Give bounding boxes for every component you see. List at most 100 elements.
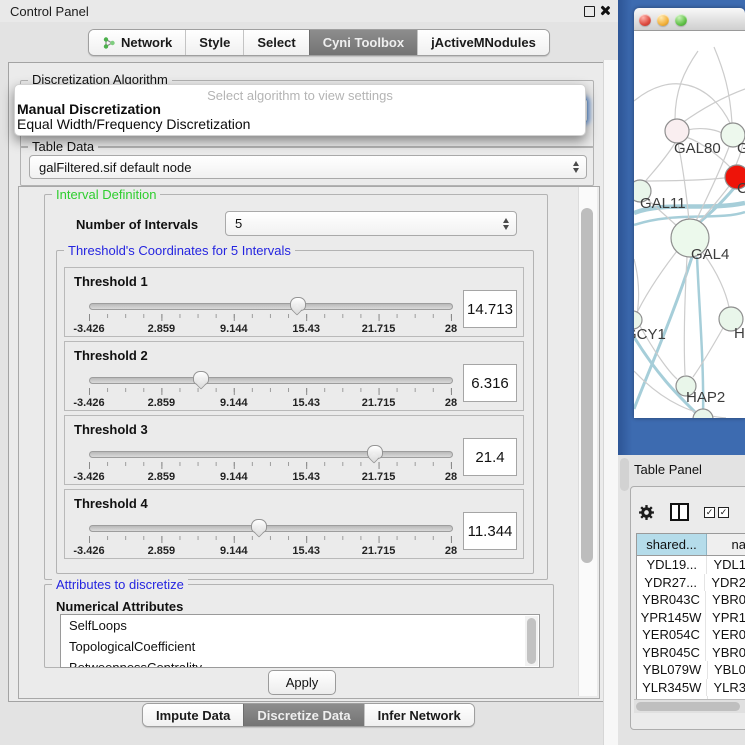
table-header-name[interactable]: na bbox=[707, 534, 745, 555]
numerical-attributes-list: SelfLoopsTopologicalCoefficientBetweenne… bbox=[60, 614, 540, 668]
slider-thumb[interactable] bbox=[367, 445, 383, 459]
table-row[interactable]: YDR27... YDR2 bbox=[637, 574, 745, 592]
table-cell[interactable]: YDR2 bbox=[705, 574, 745, 592]
table-cell[interactable]: YLR3 bbox=[707, 679, 745, 697]
settings-scrollbar-thumb[interactable] bbox=[581, 208, 593, 563]
table-cell[interactable]: YBL079W bbox=[637, 661, 708, 679]
panel-divider-scrollbar[interactable] bbox=[603, 60, 619, 745]
network-view-canvas[interactable]: GAL80GCGAL11GAL4GCY1HHAP2 bbox=[634, 31, 745, 418]
attribute-list-item[interactable]: BetweennessCentrality bbox=[61, 657, 539, 668]
table-cell[interactable]: YER054C bbox=[637, 626, 706, 644]
table-cell[interactable]: YBR045C bbox=[637, 644, 706, 662]
table-cell[interactable]: YBR0 bbox=[706, 644, 745, 662]
slider-major-ticks bbox=[89, 388, 452, 395]
table-hscrollbar-thumb[interactable] bbox=[636, 702, 740, 711]
slider-track[interactable] bbox=[89, 377, 453, 384]
table-row[interactable]: YBR045C YBR0 bbox=[637, 644, 745, 662]
table-cell[interactable]: YBR0 bbox=[706, 591, 745, 609]
table-body: YDL19... YDL1 YDR27... YDR2 YBR043C YBR0… bbox=[637, 556, 745, 701]
dropdown-option-manual[interactable]: Manual Discretization bbox=[17, 102, 161, 117]
slider-major-ticks bbox=[89, 536, 452, 543]
tab-network[interactable]: Network bbox=[89, 30, 185, 55]
threshold-value-field[interactable]: 11.344 bbox=[463, 512, 517, 550]
tab-impute-data[interactable]: Impute Data bbox=[143, 704, 243, 726]
threshold-label: Threshold 2 bbox=[74, 348, 148, 363]
table-panel-scrollbar-thumb[interactable] bbox=[620, 458, 629, 491]
slider-track[interactable] bbox=[89, 451, 453, 458]
tab-label: Discretize Data bbox=[257, 708, 350, 723]
network-node-label: GAL4 bbox=[691, 246, 729, 263]
tab-infer-network[interactable]: Infer Network bbox=[364, 704, 474, 726]
table-cell[interactable]: YDR27... bbox=[637, 574, 705, 592]
threshold-panel: Threshold 1 -3.426 2.859 9.144 15.43 21.… bbox=[64, 267, 524, 337]
table-cell[interactable]: YLR345W bbox=[637, 679, 707, 697]
close-traffic-light[interactable] bbox=[639, 14, 651, 26]
slider-thumb[interactable] bbox=[251, 519, 267, 533]
float-window-icon[interactable] bbox=[584, 6, 595, 17]
apply-button[interactable]: Apply bbox=[268, 670, 336, 695]
table-cell[interactable]: YER0 bbox=[706, 626, 745, 644]
slider-thumb[interactable] bbox=[290, 297, 306, 311]
network-node-label: GCY1 bbox=[634, 326, 666, 343]
network-window-titlebar[interactable] bbox=[634, 8, 745, 31]
threshold-slider[interactable]: -3.426 2.859 9.144 15.43 21.715 28 bbox=[89, 372, 451, 408]
slider-track[interactable] bbox=[89, 525, 453, 532]
threshold-value-field[interactable]: 6.316 bbox=[463, 364, 517, 402]
gear-icon[interactable] bbox=[638, 504, 655, 521]
network-node[interactable] bbox=[693, 409, 713, 418]
tab-label: Style bbox=[199, 35, 230, 50]
threshold-slider[interactable]: -3.426 2.859 9.144 15.43 21.715 28 bbox=[89, 446, 451, 482]
number-of-intervals-combobox[interactable]: 5 bbox=[225, 211, 517, 236]
tick-label: 15.43 bbox=[292, 471, 320, 483]
table-cell[interactable]: YDL1 bbox=[707, 556, 745, 574]
network-node-label: H bbox=[734, 325, 745, 342]
table-hscrollbar-track[interactable] bbox=[634, 699, 745, 713]
slider-thumb[interactable] bbox=[193, 371, 209, 385]
table-cell[interactable]: YDL19... bbox=[637, 556, 707, 574]
table-cell[interactable]: YBL0 bbox=[708, 661, 745, 679]
table-header-shared-name[interactable]: shared... bbox=[637, 534, 707, 555]
table-data-combobox[interactable]: galFiltered.sif default node bbox=[29, 155, 587, 179]
list-scrollbar-track[interactable] bbox=[525, 616, 538, 666]
table-row[interactable]: YDL19... YDL1 bbox=[637, 556, 745, 574]
tick-label: -3.426 bbox=[73, 471, 104, 483]
table-row[interactable]: YPR145W YPR1 bbox=[637, 609, 745, 627]
checkbox-icon[interactable]: ✓ bbox=[704, 507, 715, 518]
zoom-traffic-light[interactable] bbox=[675, 14, 687, 26]
tab-jactivemnodules[interactable]: jActiveMNodules bbox=[417, 30, 549, 55]
table-row[interactable]: YBR043C YBR0 bbox=[637, 591, 745, 609]
table-cell[interactable]: YPR1 bbox=[706, 609, 745, 627]
checkbox-icon[interactable]: ✓ bbox=[718, 507, 729, 518]
columns-icon[interactable] bbox=[670, 503, 689, 521]
threshold-slider[interactable]: -3.426 2.859 9.144 15.43 21.715 28 bbox=[89, 520, 451, 556]
table-row[interactable]: YLR345W YLR3 bbox=[637, 679, 745, 697]
tick-label: 21.715 bbox=[362, 323, 396, 335]
group-title-attributes: Attributes to discretize bbox=[52, 577, 188, 592]
table-cell[interactable]: YPR145W bbox=[637, 609, 706, 627]
tick-label: 2.859 bbox=[148, 545, 176, 557]
table-row[interactable]: YER054C YER0 bbox=[637, 626, 745, 644]
list-scrollbar-thumb[interactable] bbox=[527, 618, 536, 664]
tab-select[interactable]: Select bbox=[243, 30, 308, 55]
tab-discretize-data[interactable]: Discretize Data bbox=[243, 704, 363, 726]
dropdown-option-equal-width[interactable]: Equal Width/Frequency Discretization bbox=[17, 117, 250, 132]
threshold-value-field[interactable]: 21.4 bbox=[463, 438, 517, 476]
attribute-list-item[interactable]: TopologicalCoefficient bbox=[61, 636, 539, 657]
threshold-slider[interactable]: -3.426 2.859 9.144 15.43 21.715 28 bbox=[89, 298, 451, 334]
slider-track[interactable] bbox=[89, 303, 453, 310]
minimize-traffic-light[interactable] bbox=[657, 14, 669, 26]
tab-label: Cyni Toolbox bbox=[323, 35, 404, 50]
threshold-value-field[interactable]: 14.713 bbox=[463, 290, 517, 328]
group-title-interval-definition: Interval Definition bbox=[52, 187, 160, 202]
table-cell[interactable]: YBR043C bbox=[637, 591, 706, 609]
table-row[interactable]: YBL079W YBL0 bbox=[637, 661, 745, 679]
tick-label: 21.715 bbox=[362, 397, 396, 409]
tick-label: 9.144 bbox=[220, 471, 248, 483]
close-icon[interactable] bbox=[599, 5, 610, 16]
threshold-panel: Threshold 2 -3.426 2.859 9.144 15.43 21.… bbox=[64, 341, 524, 411]
tab-label: Network bbox=[121, 35, 172, 50]
attribute-list-item[interactable]: SelfLoops bbox=[61, 615, 539, 636]
tick-label: 2.859 bbox=[148, 323, 176, 335]
tab-style[interactable]: Style bbox=[185, 30, 243, 55]
tab-cyni-toolbox[interactable]: Cyni Toolbox bbox=[309, 30, 417, 55]
